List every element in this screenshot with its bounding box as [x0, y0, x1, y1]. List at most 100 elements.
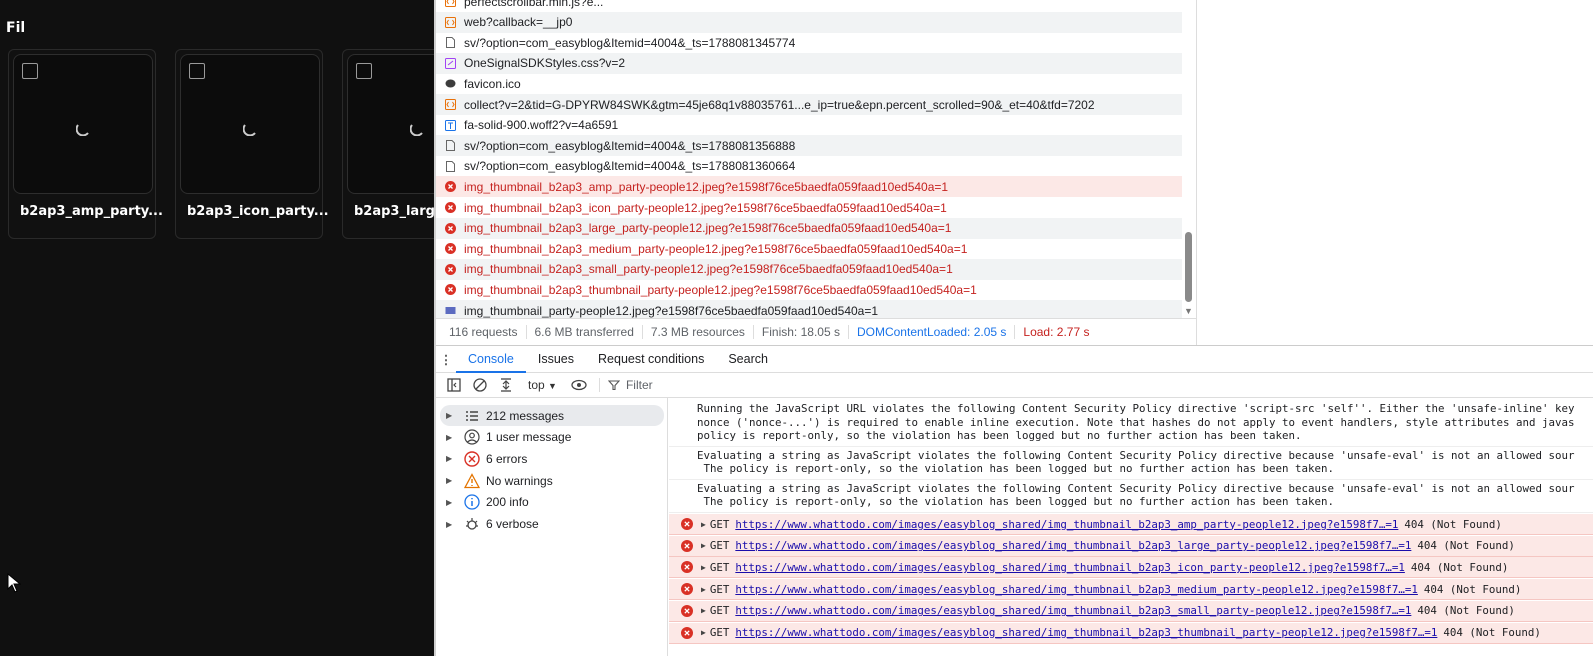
console-filter-label: 6 errors	[486, 451, 528, 466]
network-request-row[interactable]: img_thumbnail_b2ap3_large_party-people12…	[436, 217, 1182, 239]
network-request-row[interactable]: img_thumbnail_b2ap3_thumbnail_party-peop…	[436, 279, 1182, 300]
expand-triangle-icon[interactable]: ▶	[446, 520, 456, 529]
network-request-row[interactable]: sv/?option=com_easyblog&Itemid=4004&_ts=…	[436, 32, 1182, 53]
scrollbar-thumb[interactable]	[1185, 232, 1192, 302]
tab-request-conditions[interactable]: Request conditions	[586, 346, 716, 373]
scroll-down-arrow-icon[interactable]: ▼	[1184, 306, 1193, 316]
filter-placeholder: Filter	[625, 378, 653, 392]
network-scrollbar[interactable]: ▼	[1182, 0, 1196, 318]
request-url-link[interactable]: https://www.whattodo.com/images/easyblog…	[735, 626, 1437, 639]
request-name: sv/?option=com_easyblog&Itemid=4004&_ts=…	[464, 159, 796, 174]
expand-triangle-icon[interactable]: ▶	[701, 520, 706, 529]
expand-triangle-icon[interactable]: ▶	[446, 498, 456, 507]
expand-triangle-icon[interactable]: ▶	[701, 585, 706, 594]
expand-triangle-icon[interactable]: ▶	[446, 411, 456, 420]
error-icon	[445, 202, 456, 213]
console-error-row[interactable]: ▶ GET https://www.whattodo.com/images/easy…	[669, 535, 1593, 557]
console-message: Evaluating a string as JavaScript violat…	[669, 447, 1593, 480]
network-request-row[interactable]: collect?v=2&tid=G-DPYRW84SWK&gtm=45je68q…	[436, 94, 1182, 115]
expand-triangle-icon[interactable]: ▶	[701, 628, 706, 637]
network-request-row[interactable]: favicon.ico	[436, 73, 1182, 94]
response-status: 404 (Not Found)	[1443, 626, 1541, 639]
resource-type-icon	[445, 0, 456, 7]
request-name: img_thumbnail_b2ap3_thumbnail_party-peop…	[464, 282, 977, 297]
request-url-link[interactable]: https://www.whattodo.com/images/easyblog…	[735, 518, 1398, 531]
console-filter-list[interactable]: ▶ 212 messages	[440, 405, 664, 426]
console-filter-info[interactable]: ▶ 200 info	[440, 492, 664, 513]
select-checkbox[interactable]	[356, 63, 372, 79]
sidebar-toggle-icon[interactable]	[446, 377, 462, 393]
more-tools-icon[interactable]: ⋮	[436, 352, 456, 367]
console-message-line: policy is report-only, so the violation …	[697, 429, 1302, 442]
resource-type-icon	[445, 79, 456, 88]
network-request-row[interactable]: img_thumbnail_b2ap3_medium_party-people1…	[436, 238, 1182, 259]
network-request-row[interactable]: img_thumbnail_b2ap3_icon_party-people12.…	[436, 197, 1182, 218]
console-error-row[interactable]: ▶ GET https://www.whattodo.com/images/easy…	[669, 579, 1593, 601]
console-message: Evaluating a string as JavaScript violat…	[669, 480, 1593, 513]
console-filter-label: No warnings	[486, 473, 553, 488]
file-card[interactable]: b2ap3_amp_party...	[8, 49, 163, 239]
console-error-row[interactable]: ▶ GET https://www.whattodo.com/images/easy…	[669, 557, 1593, 579]
file-card[interactable]: b2ap3_large	[342, 49, 434, 239]
drawer-tab-bar: ⋮ Console Issues Request conditions Sear…	[436, 345, 1593, 373]
request-name: favicon.ico	[464, 76, 521, 91]
console-message-line: Evaluating a string as JavaScript violat…	[697, 448, 1575, 462]
request-name: web?callback=__jp0	[464, 15, 573, 30]
request-url-link[interactable]: https://www.whattodo.com/images/easyblog…	[735, 561, 1405, 574]
network-request-row[interactable]: OneSignalSDKStyles.css?v=2	[436, 52, 1182, 74]
select-checkbox[interactable]	[22, 63, 38, 79]
expand-triangle-icon[interactable]: ▶	[701, 563, 706, 572]
request-url-link[interactable]: https://www.whattodo.com/images/easyblog…	[735, 539, 1411, 552]
eye-icon[interactable]	[571, 377, 587, 393]
console-filter-error[interactable]: ▶ 6 errors	[440, 448, 664, 469]
file-name: b2ap3_icon_party...	[187, 204, 329, 219]
select-checkbox[interactable]	[189, 63, 205, 79]
network-request-row[interactable]: web?callback=__jp0	[436, 11, 1182, 33]
file-card[interactable]: b2ap3_icon_party...	[175, 49, 329, 239]
console-filter-user[interactable]: ▶ 1 user message	[440, 427, 664, 448]
network-request-row[interactable]: img_thumbnail_b2ap3_amp_party-people12.j…	[436, 176, 1182, 198]
console-error-row[interactable]: ▶ GET https://www.whattodo.com/images/easy…	[669, 622, 1593, 644]
file-thumbnail[interactable]	[180, 54, 320, 194]
expand-triangle-icon[interactable]: ▶	[701, 541, 706, 550]
mouse-cursor-icon	[7, 573, 21, 593]
network-request-row[interactable]: sv/?option=com_easyblog&Itemid=4004&_ts=…	[436, 156, 1182, 177]
loading-spinner-icon	[243, 124, 256, 136]
file-picker-panel: Fil b2ap3_amp_party... b2ap3_icon_party.…	[0, 0, 434, 656]
context-value: top	[528, 378, 545, 392]
request-method: GET	[709, 517, 730, 531]
tab-console[interactable]: Console	[456, 346, 526, 373]
expand-triangle-icon[interactable]: ▶	[446, 454, 456, 463]
network-request-list[interactable]: perfectscrollbar.min.js?e... web?callback…	[436, 0, 1182, 318]
expand-triangle-icon[interactable]: ▶	[446, 476, 456, 485]
console-error-row[interactable]: ▶ GET https://www.whattodo.com/images/easy…	[669, 600, 1593, 622]
network-request-row[interactable]: img_thumbnail_party-people12.jpeg?e1598f…	[436, 300, 1182, 318]
console-message-line: Running the JavaScript URL violates the …	[697, 402, 1575, 415]
console-filter-label: 1 user message	[486, 430, 572, 445]
console-toolbar: top ▼ Filter	[436, 373, 1593, 398]
expand-triangle-icon[interactable]: ▶	[701, 606, 706, 615]
tab-issues[interactable]: Issues	[526, 346, 586, 373]
request-name: img_thumbnail_b2ap3_icon_party-people12.…	[464, 200, 947, 215]
console-filter-warning[interactable]: ▶ No warnings	[440, 470, 664, 491]
request-url-link[interactable]: https://www.whattodo.com/images/easyblog…	[735, 583, 1418, 596]
create-live-expression-icon[interactable]	[498, 377, 514, 393]
tab-search[interactable]: Search	[716, 346, 780, 373]
file-name: b2ap3_large	[354, 204, 434, 219]
error-icon	[681, 583, 693, 596]
chevron-down-icon: ▼	[548, 381, 557, 391]
network-request-row[interactable]: perfectscrollbar.min.js?e...	[436, 0, 1182, 12]
network-request-row[interactable]: sv/?option=com_easyblog&Itemid=4004&_ts=…	[436, 135, 1182, 157]
expand-triangle-icon[interactable]: ▶	[446, 433, 456, 442]
context-selector[interactable]: top ▼	[528, 378, 557, 392]
network-request-row[interactable]: img_thumbnail_b2ap3_small_party-people12…	[436, 258, 1182, 280]
file-thumbnail[interactable]	[13, 54, 153, 194]
console-filter-verbose[interactable]: ▶ 6 verbose	[440, 514, 664, 535]
clear-console-icon[interactable]	[472, 377, 488, 393]
network-request-row[interactable]: fa-solid-900.woff2?v=4a6591	[436, 115, 1182, 136]
filter-input[interactable]: Filter	[598, 378, 653, 392]
request-name: sv/?option=com_easyblog&Itemid=4004&_ts=…	[464, 138, 796, 153]
file-thumbnail[interactable]	[347, 54, 434, 194]
request-url-link[interactable]: https://www.whattodo.com/images/easyblog…	[735, 604, 1411, 617]
console-error-row[interactable]: ▶ GET https://www.whattodo.com/images/easy…	[669, 514, 1593, 535]
